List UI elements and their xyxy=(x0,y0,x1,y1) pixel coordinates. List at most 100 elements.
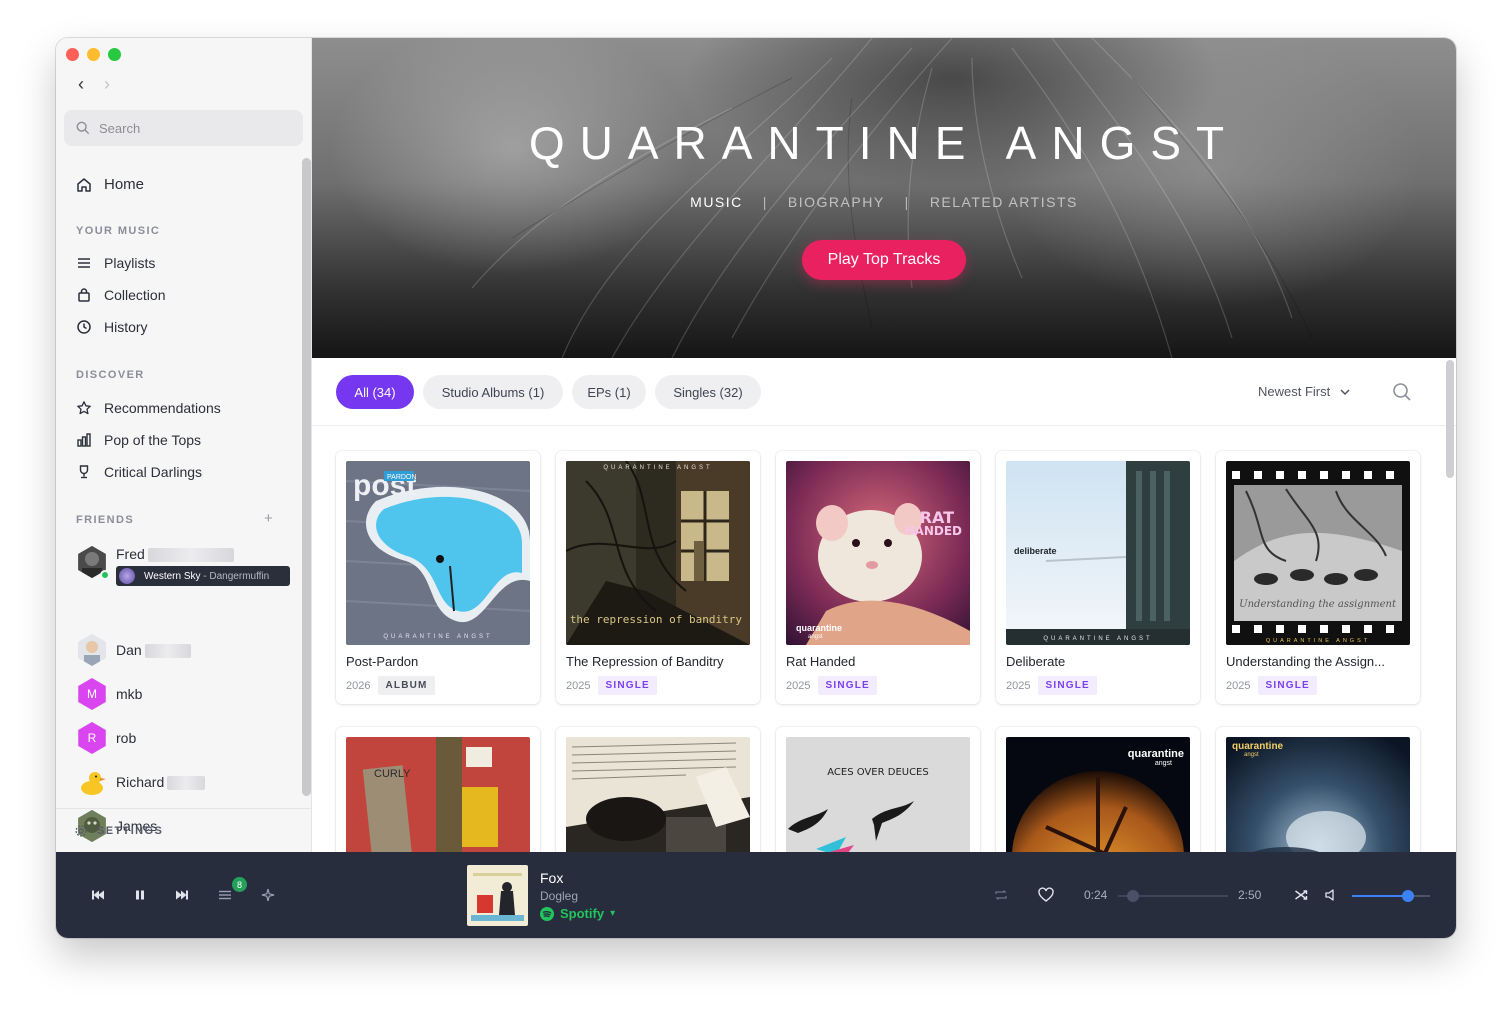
play-top-tracks-button[interactable]: Play Top Tracks xyxy=(802,240,966,280)
release-card[interactable]: QUARANTINE ANGST the repression of bandi… xyxy=(556,451,760,704)
duck-avatar-icon xyxy=(76,766,108,798)
seek-handle[interactable] xyxy=(1127,890,1140,902)
minimize-window-button[interactable] xyxy=(87,48,100,61)
sidebar-item-critical-darlings[interactable]: Critical Darlings xyxy=(76,464,202,480)
release-card[interactable]: CURLY xyxy=(336,727,540,852)
release-meta: 2025 SINGLE xyxy=(1226,676,1317,695)
sidebar-item-label: Home xyxy=(104,176,145,193)
sidebar-item-label: History xyxy=(104,319,148,335)
sidebar-item-label: Critical Darlings xyxy=(104,464,203,480)
release-title: Rat Handed xyxy=(786,654,856,669)
now-playing-title[interactable]: Fox xyxy=(540,870,563,886)
cover-text: QUARANTINE ANGST xyxy=(383,634,492,640)
sidebar-item-recommendations[interactable]: Recommendations xyxy=(76,400,221,416)
release-card[interactable] xyxy=(556,727,760,852)
sidebar-nav: Home YOUR MUSIC Playlists Collection His… xyxy=(56,158,312,842)
filter-chip-studio-albums[interactable]: Studio Albums (1) xyxy=(423,375,563,409)
now-playing-cover[interactable] xyxy=(467,865,528,926)
window-controls xyxy=(66,48,121,61)
sidebar-item-playlists[interactable]: Playlists xyxy=(76,255,155,271)
add-friend-button[interactable]: + xyxy=(264,510,273,527)
cover-text: deliberate xyxy=(1014,546,1057,556)
pause-icon xyxy=(136,890,144,900)
search-icon[interactable] xyxy=(1392,382,1412,402)
zoom-window-button[interactable] xyxy=(108,48,121,61)
sparkle-button[interactable] xyxy=(255,882,281,908)
previous-track-button[interactable] xyxy=(85,882,111,908)
forward-icon[interactable]: › xyxy=(104,74,110,95)
filter-chip-eps[interactable]: EPs (1) xyxy=(572,375,646,409)
release-card[interactable]: deliberate QUARANTINE ANGST Deliberate 2… xyxy=(996,451,1200,704)
close-window-button[interactable] xyxy=(66,48,79,61)
album-cover xyxy=(566,737,750,852)
release-filter-bar: All (34) Studio Albums (1) EPs (1) Singl… xyxy=(312,358,1456,426)
release-card[interactable]: quarantine angst xyxy=(996,727,1200,852)
filter-chip-singles[interactable]: Singles (32) xyxy=(655,375,761,409)
tab-separator: | xyxy=(904,194,910,210)
release-meta: 2025 SINGLE xyxy=(566,676,657,695)
shuffle-button[interactable] xyxy=(1288,882,1314,908)
main-scrollbar[interactable] xyxy=(1446,360,1454,478)
skip-forward-icon xyxy=(176,890,188,900)
volume-slider[interactable] xyxy=(1352,890,1430,902)
mute-button[interactable] xyxy=(1318,882,1344,908)
friend-now-playing[interactable]: Western Sky - Dangermuffin xyxy=(116,566,290,586)
release-year: 2025 xyxy=(1006,679,1031,692)
search-input[interactable] xyxy=(99,120,279,136)
artist-name: QUARANTINE ANGST xyxy=(528,117,1240,169)
sidebar-scrollbar[interactable] xyxy=(302,158,311,796)
sidebar-item-collection[interactable]: Collection xyxy=(76,287,165,303)
gear-icon xyxy=(75,824,87,837)
like-button[interactable] xyxy=(1033,882,1059,908)
sidebar-item-label: Recommendations xyxy=(104,400,221,416)
tab-separator: | xyxy=(762,194,768,210)
release-card[interactable]: RAT HANDED quarantine angst Rat Handed 2… xyxy=(776,451,980,704)
search-box[interactable] xyxy=(64,110,303,146)
release-card[interactable]: post PARDON QUARANTINE ANGST Post-Pardon… xyxy=(336,451,540,704)
album-cover: QUARANTINE ANGST the repression of bandi… xyxy=(566,461,750,645)
tab-biography[interactable]: BIOGRAPHY xyxy=(788,194,885,210)
friend-item-dan[interactable]: Dan xyxy=(76,634,191,666)
pause-button[interactable] xyxy=(127,882,153,908)
release-type-badge: SINGLE xyxy=(598,676,657,695)
cover-text: the repression of banditry xyxy=(570,613,743,626)
repeat-button[interactable] xyxy=(988,882,1014,908)
repeat-icon xyxy=(995,890,1007,900)
release-card[interactable]: ACES OVER DEUCES xyxy=(776,727,980,852)
release-card[interactable]: quarantine angst xyxy=(1216,727,1420,852)
cover-text: HANDED xyxy=(905,524,963,538)
tab-related-artists[interactable]: RELATED ARTISTS xyxy=(930,194,1078,210)
settings-button[interactable]: SETTINGS xyxy=(56,808,312,852)
seek-slider[interactable] xyxy=(1118,890,1228,902)
album-cover: quarantine angst xyxy=(1226,737,1410,852)
filter-chip-all[interactable]: All (34) xyxy=(336,375,414,409)
queue-count-badge: 8 xyxy=(232,877,247,892)
sidebar-item-home[interactable]: Home xyxy=(76,176,144,193)
artist-page: QUARANTINE ANGST MUSIC | BIOGRAPHY | REL… xyxy=(312,38,1456,852)
release-type-badge: ALBUM xyxy=(378,676,435,695)
volume-handle[interactable] xyxy=(1402,890,1415,902)
discover-header: DISCOVER xyxy=(76,369,145,381)
sidebar-item-pop-of-the-tops[interactable]: Pop of the Tops xyxy=(76,432,201,448)
release-year: 2026 xyxy=(346,679,371,692)
queue-icon xyxy=(219,890,231,900)
next-track-button[interactable] xyxy=(169,882,195,908)
friend-item-rob[interactable]: R rob xyxy=(76,722,136,754)
skip-back-icon xyxy=(92,890,104,900)
volume-fill xyxy=(1352,895,1409,897)
friend-item-mkb[interactable]: M mkb xyxy=(76,678,142,710)
now-playing-artist[interactable]: Dogleg xyxy=(540,889,578,903)
avatar xyxy=(78,634,106,666)
sort-dropdown[interactable]: Newest First xyxy=(1258,384,1351,399)
sidebar-item-history[interactable]: History xyxy=(76,319,148,335)
star-icon xyxy=(77,401,91,415)
tab-music[interactable]: MUSIC xyxy=(690,194,743,210)
cover-text: QUARANTINE ANGST xyxy=(1266,638,1370,644)
album-cover: post PARDON QUARANTINE ANGST xyxy=(346,461,530,645)
release-meta: 2025 SINGLE xyxy=(1006,676,1097,695)
back-icon[interactable]: ‹ xyxy=(78,74,84,95)
release-card[interactable]: Understanding the assignment QUARANTINE … xyxy=(1216,451,1420,704)
source-selector[interactable]: Spotify ▾ xyxy=(540,906,615,921)
release-title: Deliberate xyxy=(1006,654,1066,669)
friend-item-richard[interactable]: Richard xyxy=(76,766,206,798)
